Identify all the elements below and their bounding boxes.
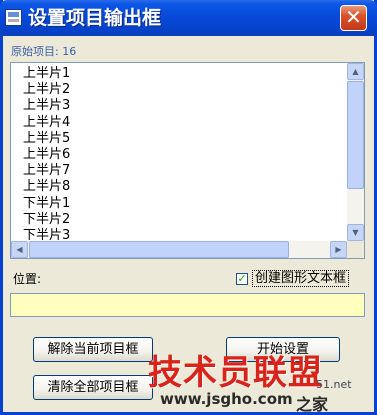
list-item[interactable]: 上半片6 — [23, 147, 333, 163]
list-item[interactable]: 上半片4 — [23, 115, 333, 131]
watermark-home: 之家 — [296, 395, 329, 414]
watermark-url: www.jsgho.com — [160, 390, 293, 408]
create-text-frame-checkbox[interactable]: ✓ — [236, 273, 248, 285]
list-item[interactable]: 下半片3 — [23, 228, 333, 240]
scroll-right-icon[interactable]: ▶ — [330, 241, 347, 258]
watermark-logo: 技术员联盟 — [148, 353, 323, 393]
create-text-frame-label[interactable]: 创建图形文本框 — [252, 270, 350, 287]
remove-current-button[interactable]: 解除当前项目框 — [33, 337, 153, 362]
clear-all-button[interactable]: 清除全部项目框 — [33, 375, 153, 400]
list-item[interactable]: 上半片7 — [23, 163, 333, 179]
window-title: 设置项目输出框 — [28, 7, 162, 29]
scroll-down-icon[interactable]: ▼ — [347, 224, 364, 241]
list-item[interactable]: 下半片2 — [23, 212, 333, 228]
scroll-up-icon[interactable]: ▲ — [347, 63, 364, 80]
list-item[interactable]: 上半片2 — [23, 82, 333, 98]
list-item[interactable]: 上半片5 — [23, 131, 333, 147]
title-bar[interactable]: 设置项目输出框 ✕ — [0, 0, 377, 36]
list-item[interactable]: 下半片1 — [23, 196, 333, 212]
close-button[interactable]: ✕ — [340, 5, 367, 31]
scrollbar-corner — [347, 241, 364, 258]
app-icon — [5, 9, 22, 26]
vertical-scrollbar[interactable]: ▲ ▼ — [347, 63, 364, 241]
vertical-scroll-thumb[interactable] — [347, 81, 364, 189]
position-input[interactable] — [10, 293, 365, 317]
list-item[interactable]: 上半片8 — [23, 179, 333, 195]
project-list[interactable]: 上半片1 上半片2 上半片3 上半片4 上半片5 上半片6 上半片7 上半片8 … — [23, 66, 333, 240]
horizontal-scrollbar[interactable]: ◀ ▶ — [11, 241, 347, 258]
position-label: 位置: — [13, 272, 42, 286]
project-listbox[interactable]: 上半片1 上半片2 上半片3 上半片4 上半片5 上半片6 上半片7 上半片8 … — [10, 62, 365, 259]
scroll-left-icon[interactable]: ◀ — [11, 241, 28, 258]
list-item[interactable]: 上半片3 — [23, 98, 333, 114]
horizontal-scroll-thumb[interactable] — [29, 241, 289, 258]
list-item[interactable]: 上半片1 — [23, 66, 333, 82]
watermark-domain: 51.net — [316, 378, 352, 391]
original-items-label: 原始项目: 16 — [11, 45, 77, 58]
